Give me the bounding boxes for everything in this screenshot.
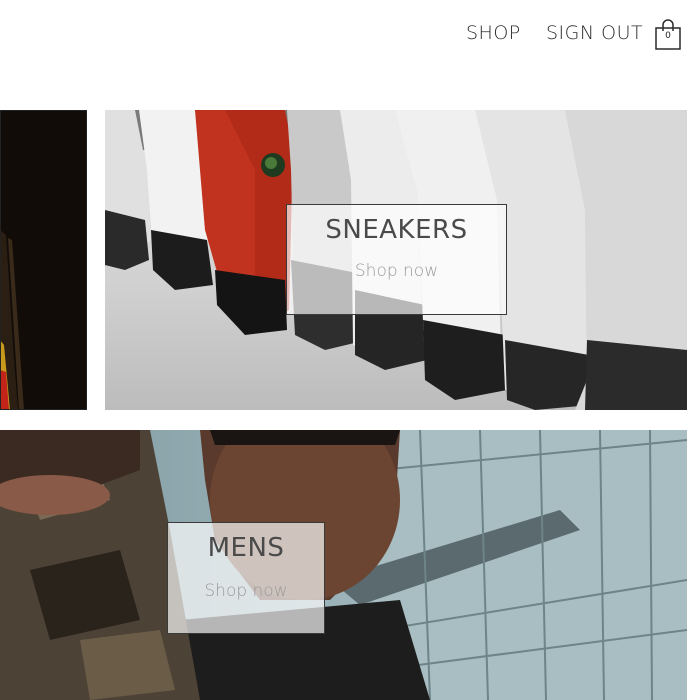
category-tile-partial[interactable]	[0, 110, 87, 410]
cart-count: 0	[665, 31, 671, 41]
shop-now-link[interactable]: Shop now	[287, 261, 506, 281]
nav-shop-link[interactable]: SHOP	[466, 22, 521, 44]
site-header: SHOP SIGN OUT 0	[0, 0, 700, 70]
category-tile-mens[interactable]: MENS Shop now	[0, 430, 687, 700]
category-tile-sneakers[interactable]: SNEAKERS Shop now	[105, 110, 687, 410]
shop-now-link[interactable]: Shop now	[168, 581, 324, 601]
tile-image	[0, 110, 87, 410]
tile-image	[0, 430, 687, 700]
category-title: MENS	[207, 533, 285, 563]
category-card-sneakers[interactable]: SNEAKERS Shop now	[286, 204, 507, 315]
cart-button[interactable]: 0	[654, 19, 682, 51]
category-title: SNEAKERS	[325, 215, 468, 245]
category-card-mens[interactable]: MENS Shop now	[167, 522, 325, 634]
nav-signout-link[interactable]: SIGN OUT	[546, 22, 643, 44]
